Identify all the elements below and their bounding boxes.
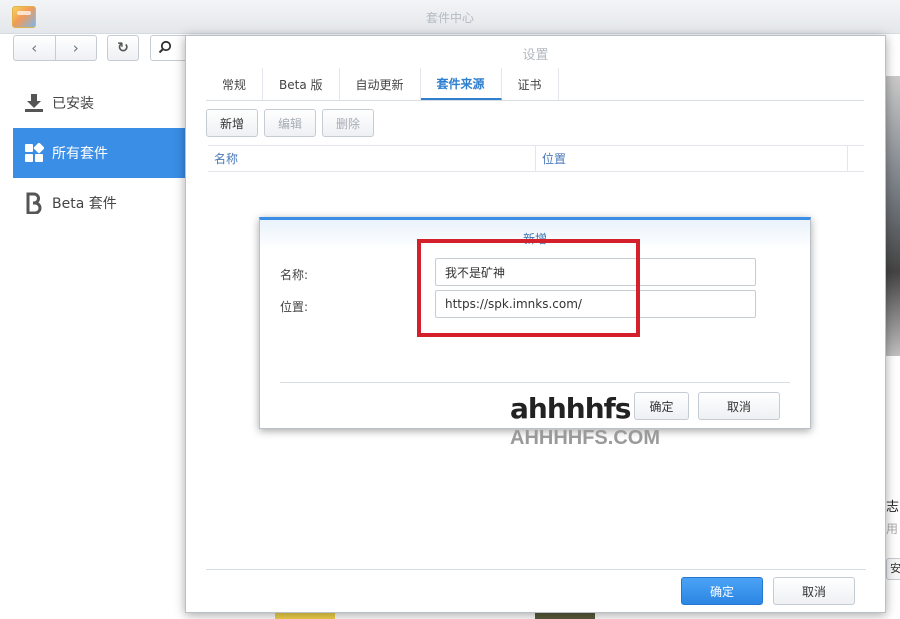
tab-package-sources[interactable]: 套件来源 [420, 68, 502, 100]
window-titlebar: 套件中心 [0, 0, 900, 34]
dialog-title: 设置 [522, 48, 549, 63]
package-screenshot [886, 76, 900, 356]
beta-icon [22, 191, 46, 215]
divider [206, 569, 866, 570]
tab-auto-update[interactable]: 自动更新 [340, 68, 421, 100]
forward-button[interactable]: › [54, 36, 97, 60]
watermark-text: AHHHHFS.COM [510, 427, 660, 449]
refresh-button[interactable]: ↻ [107, 35, 139, 61]
sidebar-item-all-packages[interactable]: 所有套件 [13, 128, 185, 178]
settings-cancel-button[interactable]: 取消 [773, 577, 855, 605]
install-button[interactable]: 安 [886, 558, 900, 580]
column-header-name[interactable]: 名称 [208, 146, 536, 171]
background-content-strip: 志 用 安 [886, 64, 900, 619]
nav-buttons: ‹ › [13, 35, 97, 61]
package-thumbnail [535, 612, 595, 619]
settings-tabs: 常规 Beta 版 自动更新 套件来源 证书 [206, 68, 864, 101]
sidebar-item-installed[interactable]: 已安装 [13, 78, 185, 128]
column-header-location[interactable]: 位置 [536, 146, 848, 171]
refresh-icon: ↻ [117, 40, 129, 56]
sidebar-item-beta-packages[interactable]: Beta 套件 [13, 178, 185, 228]
chevron-right-icon: › [72, 39, 79, 57]
add-source-button[interactable]: 新增 [206, 109, 259, 137]
strip-text: 志 [886, 500, 900, 515]
edit-source-button[interactable]: 编辑 [264, 109, 317, 137]
sidebar-item-label: 已安装 [52, 96, 94, 112]
search-icon [158, 40, 172, 54]
delete-source-button[interactable]: 删除 [322, 109, 375, 137]
chevron-left-icon: ‹ [31, 39, 38, 57]
settings-ok-button[interactable]: 确定 [681, 577, 763, 605]
strip-text: 用 [886, 522, 899, 536]
divider [280, 382, 790, 383]
location-label: 位置: [280, 300, 309, 314]
sidebar: 已安装 所有套件 Beta 套件 [0, 64, 185, 619]
tab-beta[interactable]: Beta 版 [263, 68, 340, 100]
watermark-logo: ahhhhfs [510, 392, 631, 425]
back-button[interactable]: ‹ [14, 36, 55, 60]
add-cancel-button[interactable]: 取消 [698, 392, 780, 420]
tab-general[interactable]: 常规 [206, 68, 264, 100]
grid-icon [22, 141, 46, 165]
add-ok-button[interactable]: 确定 [634, 392, 689, 420]
package-thumbnail [275, 612, 335, 619]
window-title: 套件中心 [425, 11, 474, 25]
sidebar-item-label: Beta 套件 [52, 196, 117, 212]
download-icon [22, 91, 46, 115]
tab-certificate[interactable]: 证书 [502, 68, 559, 100]
sidebar-item-label: 所有套件 [52, 146, 108, 162]
source-toolbar: 新增 编辑 删除 [206, 109, 375, 137]
highlight-box [417, 239, 640, 337]
source-list-header: 名称 位置 [208, 145, 864, 172]
name-label: 名称: [280, 268, 309, 282]
